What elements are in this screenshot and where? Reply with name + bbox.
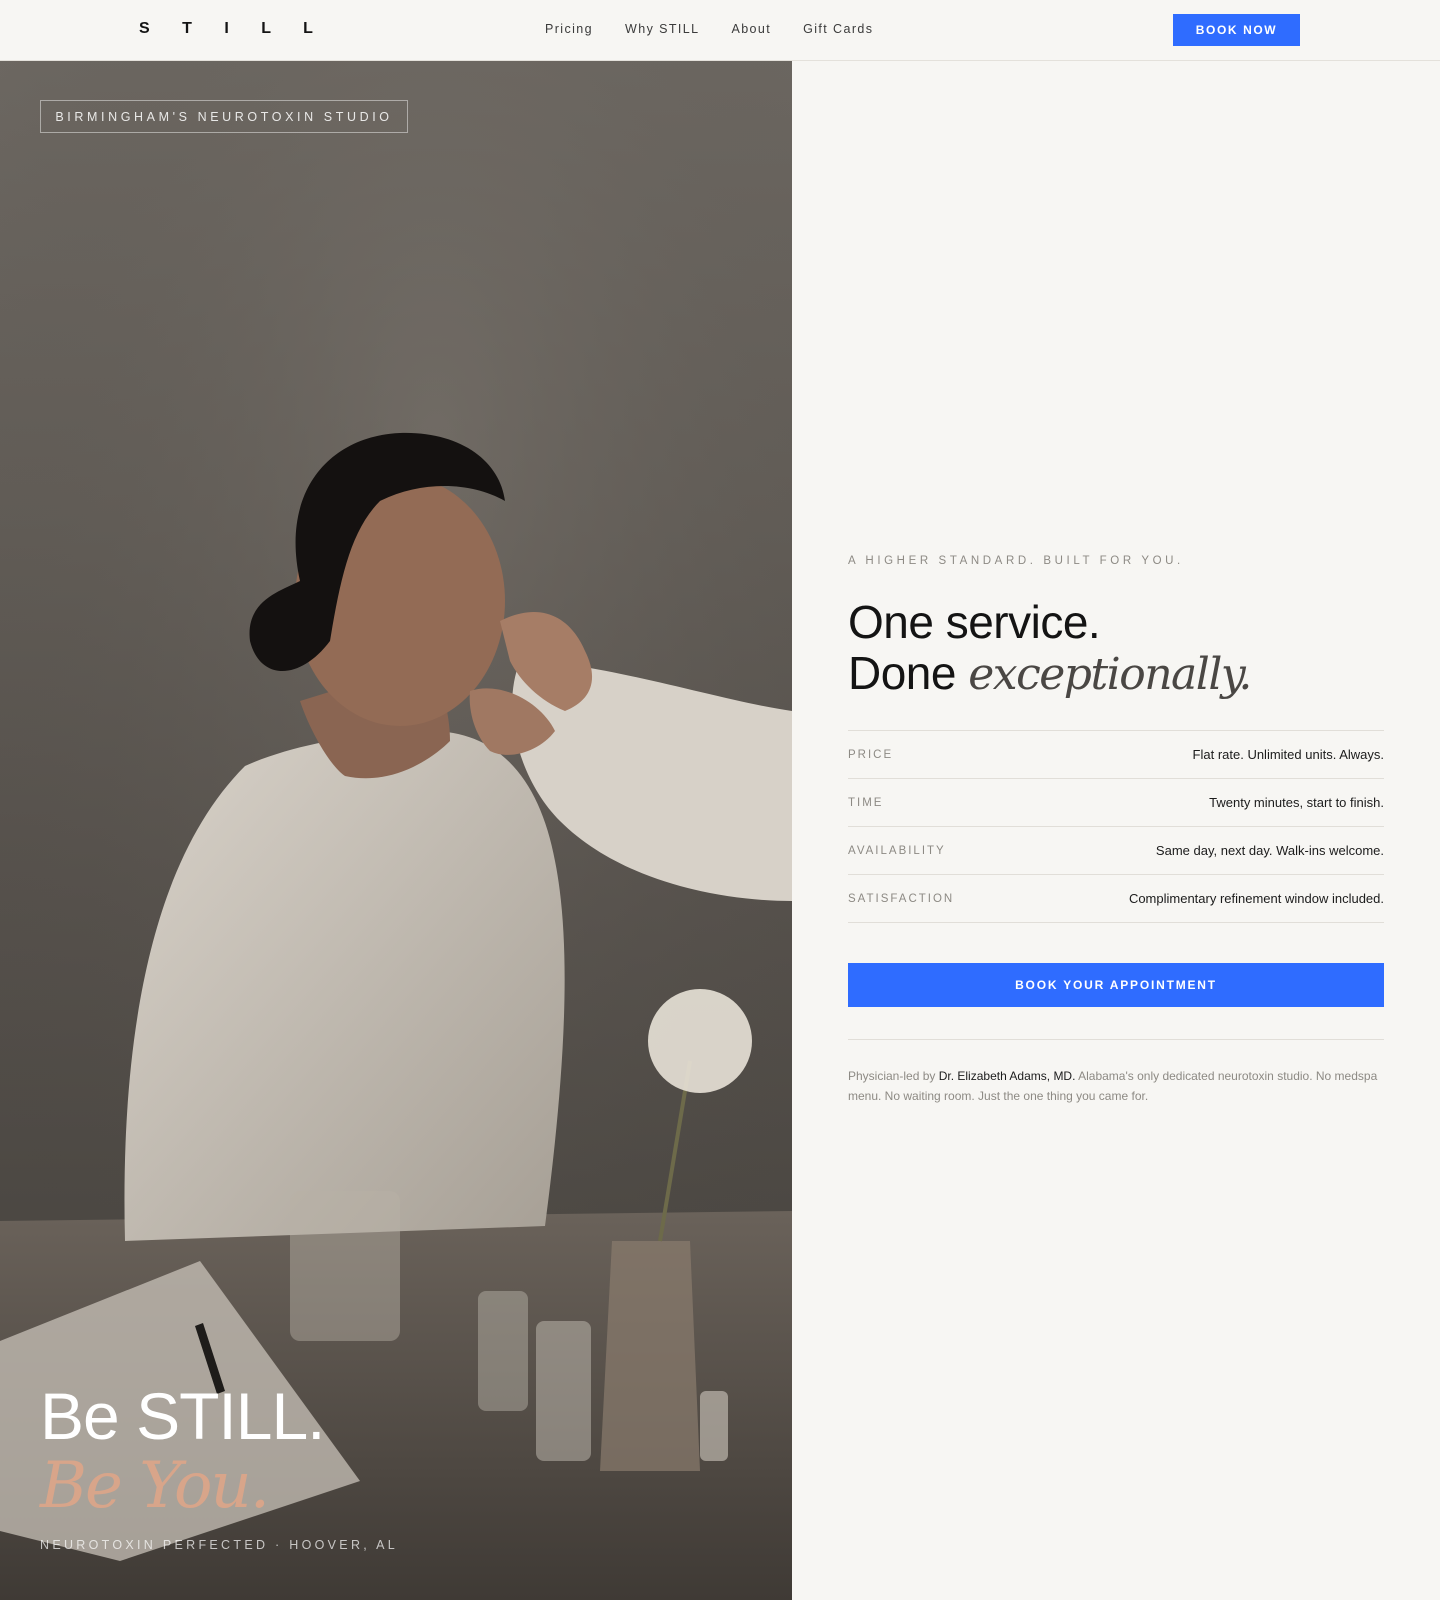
headline: One service. Done exceptionally. [848,596,1384,701]
fact-value: Same day, next day. Walk-ins welcome. [1155,843,1384,858]
hero-title-line1: Be STILL. [40,1379,325,1453]
fact-row-availability: AVAILABILITY Same day, next day. Walk-in… [848,827,1384,875]
headline-line2-italic: exceptionally. [968,649,1252,700]
hero-image-panel: BIRMINGHAM'S NEUROTOXIN STUDIO Be STILL.… [0,61,792,1600]
fact-row-price: PRICE Flat rate. Unlimited units. Always… [848,731,1384,779]
main-nav: Pricing Why STILL About Gift Cards [545,22,905,36]
logo[interactable]: S T I L L [139,20,327,38]
divider [848,1039,1384,1040]
hero-photo [0,61,792,1600]
headline-line2: Done exceptionally. [848,647,1384,701]
kicker: A HIGHER STANDARD. BUILT FOR YOU. [848,555,1184,567]
nav-link-pricing[interactable]: Pricing [545,22,593,36]
fact-value: Complimentary refinement window included… [1128,891,1384,906]
hero-title-line2: Be You. [40,1449,270,1523]
fact-label: AVAILABILITY [848,844,946,857]
nav-link-gift-cards[interactable]: Gift Cards [803,22,873,36]
nav-link-about[interactable]: About [731,22,771,36]
fact-row-satisfaction: SATISFACTION Complimentary refinement wi… [848,875,1384,923]
hero-content: A HIGHER STANDARD. BUILT FOR YOU. One se… [848,555,1384,1106]
headline-line1: One service. [848,596,1101,648]
site-header: S T I L L Pricing Why STILL About Gift C… [0,0,1440,61]
hero-title: Be STILL. Be You. [40,1381,325,1521]
fact-value: Flat rate. Unlimited units. Always. [1192,747,1384,762]
physician-name: Dr. Elizabeth Adams, MD. [938,1069,1076,1083]
fact-value: Twenty minutes, start to finish. [1209,795,1384,810]
fact-label: SATISFACTION [848,892,955,905]
fact-label: PRICE [848,748,894,761]
book-appointment-button[interactable]: BOOK YOUR APPOINTMENT [848,963,1384,1007]
facts-list: PRICE Flat rate. Unlimited units. Always… [848,730,1384,923]
studio-badge: BIRMINGHAM'S NEUROTOXIN STUDIO [40,100,408,133]
headline-line2-plain: Done [848,647,969,699]
book-now-button[interactable]: BOOK NOW [1173,14,1300,46]
fact-row-time: TIME Twenty minutes, start to finish. [848,779,1384,827]
bio-prefix: Physician-led by [848,1069,939,1083]
fact-label: TIME [848,796,884,809]
hero-caption: NEUROTOXIN PERFECTED · HOOVER, AL [40,1538,399,1552]
nav-link-why-still[interactable]: Why STILL [625,22,699,36]
physician-bio: Physician-led by Dr. Elizabeth Adams, MD… [848,1066,1384,1106]
